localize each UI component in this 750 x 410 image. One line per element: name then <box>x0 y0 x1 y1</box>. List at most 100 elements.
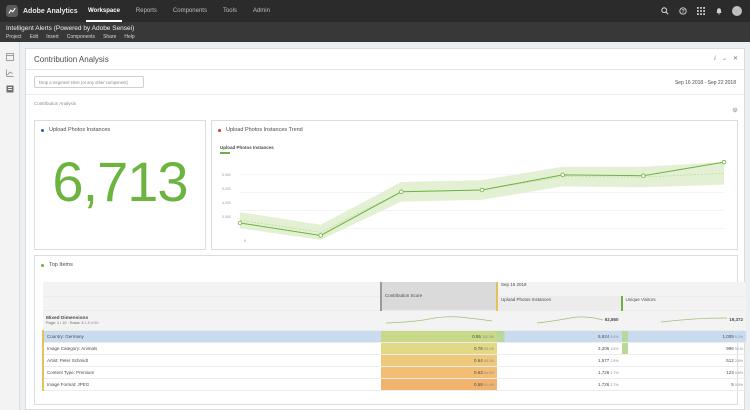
nav-workspace[interactable]: Workspace <box>80 0 128 22</box>
divider <box>26 94 744 95</box>
app-name: Adobe Analytics <box>23 7 78 15</box>
data-point[interactable] <box>479 187 485 193</box>
help-icon[interactable] <box>678 6 688 16</box>
notifications-bell-icon[interactable] <box>714 6 724 16</box>
unique-visitors-cell: 996 5.1% <box>621 342 746 355</box>
panel-info-icon[interactable]: ⅈ <box>714 55 716 62</box>
top-bar: Adobe Analytics Workspace Reports Compon… <box>0 0 750 22</box>
top-nav: Workspace Reports Components Tools Admin <box>80 0 278 22</box>
project-menu: Project Edit Insert Components Share Hel… <box>6 34 135 40</box>
page-range: 1-5 of 50 <box>84 320 99 325</box>
search-icon[interactable] <box>660 6 670 16</box>
upload-photos-percent: 3.5% <box>610 346 619 351</box>
table-row[interactable]: Country: Germany 0.95 100.0% 5,924 9.4% 1,0… <box>42 330 746 343</box>
row-label[interactable]: Image Category: Animals <box>47 346 97 351</box>
date-range-header: Sep 16 2018 <box>501 282 527 287</box>
visualizations-icon[interactable] <box>6 64 14 77</box>
data-point[interactable] <box>721 159 727 165</box>
upload-photos-percent: 2.7% <box>610 370 619 375</box>
score-percent: 83.1% <box>484 346 494 351</box>
menu-components[interactable]: Components <box>67 34 95 40</box>
contribution-sparkline-cell <box>381 310 497 331</box>
upload-photos-value: 1,577 <box>598 357 611 363</box>
components-icon[interactable] <box>6 80 14 93</box>
unique-visitors-cell: 123 0.6% <box>621 366 746 379</box>
table-row[interactable]: Artist: Peter Schmidt 0.64 68.2% 1,577 2.5… <box>42 354 746 367</box>
menu-insert[interactable]: Insert <box>46 34 59 40</box>
unique-visitors-cell: 512 2.6% <box>621 354 746 367</box>
trend-chart-card: Upload Photos Instances Trend Upload Pho… <box>211 120 738 250</box>
unique-visitors-cell: 1,009 5.2% <box>621 330 746 343</box>
row-label[interactable]: Artist: Peter Schmidt <box>47 358 88 363</box>
nav-components[interactable]: Components <box>165 0 215 22</box>
table-row[interactable]: Image Format: JPEG 0.58 61.4% 1,726 2.7% 5 … <box>42 378 746 391</box>
date-range[interactable]: Sep 16 2018 - Sep 22 2018 <box>675 80 736 86</box>
unique-visitors-percent: 5.2% <box>735 334 743 339</box>
dimension-header-spacer <box>43 296 381 311</box>
upload-photos-value: 1,726 <box>598 381 611 387</box>
nav-admin[interactable]: Admin <box>245 0 278 22</box>
upload-photos-cell: 2,206 3.5% <box>497 342 622 355</box>
nav-reports[interactable]: Reports <box>128 0 165 22</box>
data-point[interactable] <box>641 173 646 178</box>
unique-visitors-value: 512 <box>726 357 736 363</box>
unique-visitors-cell: 5 0.0% <box>621 378 746 391</box>
settings-gear-icon[interactable] <box>732 100 738 113</box>
score-percent: 66.9% <box>484 370 494 375</box>
menu-project[interactable]: Project <box>6 34 22 40</box>
menu-help[interactable]: Help <box>124 34 134 40</box>
sparkline <box>661 317 728 323</box>
data-point[interactable] <box>237 220 243 226</box>
data-point[interactable] <box>318 233 323 238</box>
menu-edit[interactable]: Edit <box>30 34 39 40</box>
close-icon[interactable]: ✕ <box>733 55 738 62</box>
data-point[interactable] <box>560 172 565 178</box>
score-percent: 68.2% <box>484 358 494 363</box>
unique-visitors-total: 19,372 <box>729 317 743 323</box>
date-header-cell: Sep 16 2018 <box>496 282 746 297</box>
score-value: 0.78 <box>474 345 485 351</box>
upload-photos-value: 5,924 <box>598 333 611 339</box>
trend-line-chart[interactable] <box>212 121 737 249</box>
table-row[interactable]: Content Type: Premium 0.63 66.9% 1,726 2.7… <box>42 366 746 379</box>
nav-tools[interactable]: Tools <box>215 0 245 22</box>
unique-visitors-total-cell: 19,372 <box>621 310 746 331</box>
dimension-header-cell <box>43 282 381 297</box>
unique-visitors-value: 996 <box>726 345 736 351</box>
contribution-score-cell: 0.78 83.1% <box>381 342 497 355</box>
visualization-label: Contribution Analysis <box>34 101 77 106</box>
row-label[interactable]: Content Type: Premium <box>47 370 94 375</box>
data-point[interactable] <box>399 189 404 194</box>
user-avatar[interactable] <box>732 6 742 16</box>
brand[interactable]: Adobe Analytics <box>0 5 80 17</box>
sparkline <box>385 315 493 323</box>
metric-header-cell: Contribution Score <box>380 282 497 311</box>
collapse-chevron-icon[interactable]: ⌄ <box>722 55 727 62</box>
project-title[interactable]: Intelligent Alerts (Powered by Adobe Sen… <box>6 25 134 32</box>
row-label[interactable]: Country: Germany <box>47 334 84 339</box>
row-label[interactable]: Image Format: JPEG <box>47 382 89 387</box>
segment-drop-zone[interactable]: Drop a Segment Here (or any other compon… <box>34 76 144 88</box>
upload-photos-total-cell: 62,860 <box>497 310 622 331</box>
upload-photos-percent: 2.5% <box>610 358 619 363</box>
table-row[interactable]: Image Category: Animals 0.78 83.1% 2,206 3… <box>42 342 746 355</box>
panels-icon[interactable] <box>6 48 14 61</box>
apps-grid-icon[interactable] <box>696 6 706 16</box>
contribution-score-cell: 0.63 66.9% <box>381 366 497 379</box>
menu-share[interactable]: Share <box>103 34 116 40</box>
score-percent: 100.0% <box>482 334 494 339</box>
contribution-score-cell: 0.64 68.2% <box>381 354 497 367</box>
unique-visitors-header[interactable]: Unique Visitors <box>626 297 656 302</box>
upload-photos-header[interactable]: Upload Photos Instances <box>501 297 551 302</box>
unique-visitors-percent: 0.0% <box>735 382 743 387</box>
row-label-cell: Artist: Peter Schmidt <box>42 354 381 367</box>
contribution-score-header[interactable]: Contribution Score <box>385 293 422 298</box>
upload-photos-cell: 1,726 2.7% <box>497 378 622 391</box>
page-info-text[interactable]: Page: 1 / 10 · Rows: 5 <box>46 321 85 325</box>
top-icons <box>660 0 742 22</box>
adobe-analytics-logo-icon <box>6 5 18 17</box>
dimension-info-cell: Mixed Dimensions Page: 1 / 10 · Rows: 5 1… <box>43 310 381 331</box>
row-label-cell: Country: Germany <box>42 330 381 343</box>
panel-title: Contribution Analysis <box>34 55 109 64</box>
unique-visitors-percent: 0.6% <box>735 370 743 375</box>
